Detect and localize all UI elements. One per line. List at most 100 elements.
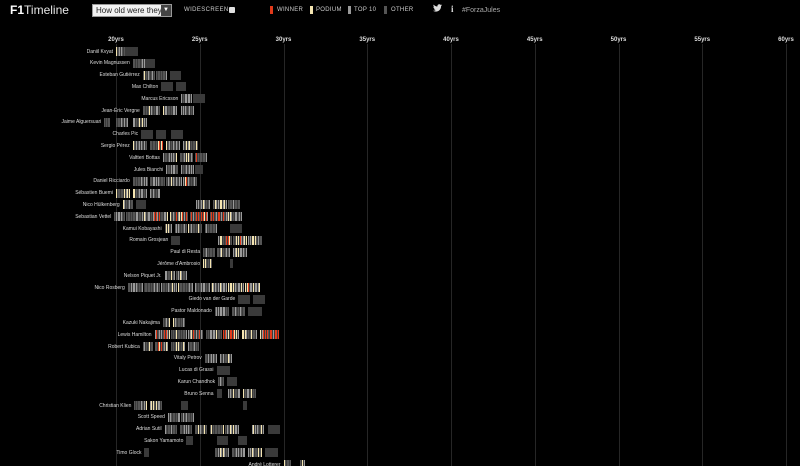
driver-label[interactable]: Max Chilton <box>132 84 158 90</box>
driver-label[interactable]: Adrian Sutil <box>136 426 162 432</box>
season-block[interactable] <box>268 424 281 434</box>
season-block[interactable] <box>265 448 279 458</box>
season-block[interactable] <box>146 58 155 68</box>
driver-label[interactable]: Christian Klien <box>99 403 131 409</box>
legend-winner-label: WINNER <box>277 7 304 13</box>
race-result-mark <box>239 389 241 399</box>
season-block[interactable] <box>243 401 247 410</box>
driver-label[interactable]: Timo Glock <box>116 450 141 456</box>
hashtag-link[interactable]: #ForzaJules <box>462 7 500 14</box>
race-result-mark <box>175 424 177 434</box>
gridline <box>786 44 787 466</box>
driver-label[interactable]: Daniil Kvyat <box>87 49 113 55</box>
age-axis-label: 55yrs <box>694 37 711 43</box>
season-block[interactable] <box>238 436 247 446</box>
season-block[interactable] <box>253 294 266 304</box>
driver-label[interactable]: Nico Rosberg <box>94 285 124 291</box>
race-result-mark <box>145 401 147 410</box>
race-result-mark <box>195 176 197 186</box>
driver-label[interactable]: Vitaly Petrov <box>174 355 202 361</box>
driver-label[interactable]: Giedo van der Garde <box>189 296 236 302</box>
season-block[interactable] <box>216 389 222 399</box>
season-block[interactable] <box>161 82 173 92</box>
age-mode-select-value: How old were they? <box>96 6 167 15</box>
driver-label[interactable]: Charles Pic <box>113 131 139 137</box>
season-block[interactable] <box>126 47 138 56</box>
race-result-mark <box>175 283 177 292</box>
season-block[interactable] <box>216 365 230 375</box>
race-result-mark <box>158 106 160 115</box>
driver-label[interactable]: Scott Speed <box>138 414 165 420</box>
race-result-mark <box>184 318 186 328</box>
driver-label[interactable]: Daniel Ricciardo <box>93 178 129 184</box>
season-block[interactable] <box>229 224 242 233</box>
twitter-icon[interactable] <box>433 4 442 14</box>
driver-label[interactable]: Kevin Magnussen <box>90 60 130 66</box>
race-result-mark <box>261 235 263 245</box>
season-block[interactable] <box>226 377 237 387</box>
race-result-mark <box>231 353 232 363</box>
driver-label[interactable]: Sergio Pérez <box>101 143 130 149</box>
season-block[interactable] <box>144 448 150 458</box>
race-result-mark <box>190 94 192 104</box>
driver-label[interactable]: Nico Hülkenberg <box>83 202 120 208</box>
driver-label[interactable]: Bruno Senna <box>184 391 213 397</box>
driver-label[interactable]: Valtteri Bottas <box>129 155 160 161</box>
driver-label[interactable]: Sébastien Buemi <box>75 190 113 196</box>
season-block[interactable] <box>169 70 182 80</box>
race-result-mark <box>303 460 305 466</box>
driver-label[interactable]: Esteban Gutiérrez <box>100 72 140 78</box>
driver-label[interactable]: André Lotterer <box>249 462 281 466</box>
race-result-mark <box>152 342 154 351</box>
season-block[interactable] <box>186 436 194 446</box>
race-result-mark <box>229 247 231 257</box>
season-block[interactable] <box>194 165 204 174</box>
season-block[interactable] <box>171 235 180 245</box>
driver-label[interactable]: Jean-Éric Vergne <box>101 108 139 114</box>
driver-label[interactable]: Nelson Piquet Jr. <box>124 273 162 279</box>
age-axis-label: 60yrs <box>778 37 794 43</box>
race-result-mark <box>239 200 241 210</box>
season-block[interactable] <box>141 129 153 139</box>
age-axis-label: 20yrs <box>108 37 124 43</box>
driver-label[interactable]: Lucas di Grassi <box>179 367 213 373</box>
race-result-mark <box>159 188 161 198</box>
driver-label[interactable]: Pastor Maldonado <box>171 308 212 314</box>
driver-label[interactable]: Kamui Kobayashi <box>123 226 162 232</box>
widescreen-checkbox[interactable] <box>229 7 235 13</box>
race-result-mark <box>169 318 171 328</box>
season-block[interactable] <box>193 94 205 104</box>
season-block[interactable] <box>216 436 229 446</box>
age-mode-select[interactable]: How old were they? ▼ <box>92 4 172 17</box>
season-block[interactable] <box>156 129 167 139</box>
driver-label[interactable]: Paul di Resta <box>170 249 200 255</box>
season-block[interactable] <box>238 294 250 304</box>
chevron-down-icon: ▼ <box>161 5 171 16</box>
driver-label[interactable]: Sebastian Vettel <box>75 214 111 220</box>
driver-label[interactable]: Robert Kubica <box>108 344 140 350</box>
gridline <box>451 44 452 466</box>
driver-label[interactable]: Romain Grosjean <box>129 237 168 243</box>
season-block[interactable] <box>248 306 262 316</box>
driver-label[interactable]: Jules Bianchi <box>134 167 163 173</box>
driver-label[interactable]: Kazuki Nakajima <box>123 320 160 326</box>
driver-label[interactable]: Jérôme d'Ambrosio <box>157 261 200 267</box>
driver-label[interactable]: Karun Chandhok <box>178 379 216 385</box>
season-block[interactable] <box>171 129 183 139</box>
age-axis-label: 30yrs <box>275 37 292 43</box>
driver-label[interactable]: Sakon Yamamoto <box>144 438 183 444</box>
race-result-mark <box>262 424 264 434</box>
season-block[interactable] <box>181 401 188 410</box>
season-block[interactable] <box>229 259 234 269</box>
race-result-mark <box>237 330 239 340</box>
season-block[interactable] <box>136 200 147 210</box>
driver-label[interactable]: Lewis Hamilton <box>118 332 152 338</box>
race-result-mark <box>185 224 187 233</box>
season-block[interactable] <box>176 82 187 92</box>
driver-label[interactable]: Jaime Alguersuari <box>62 119 102 125</box>
race-result-mark <box>192 412 194 422</box>
race-result-mark <box>127 117 129 127</box>
driver-label[interactable]: Marcus Ericsson <box>141 96 178 102</box>
race-result-mark <box>174 271 176 281</box>
info-icon[interactable]: i <box>451 4 454 14</box>
